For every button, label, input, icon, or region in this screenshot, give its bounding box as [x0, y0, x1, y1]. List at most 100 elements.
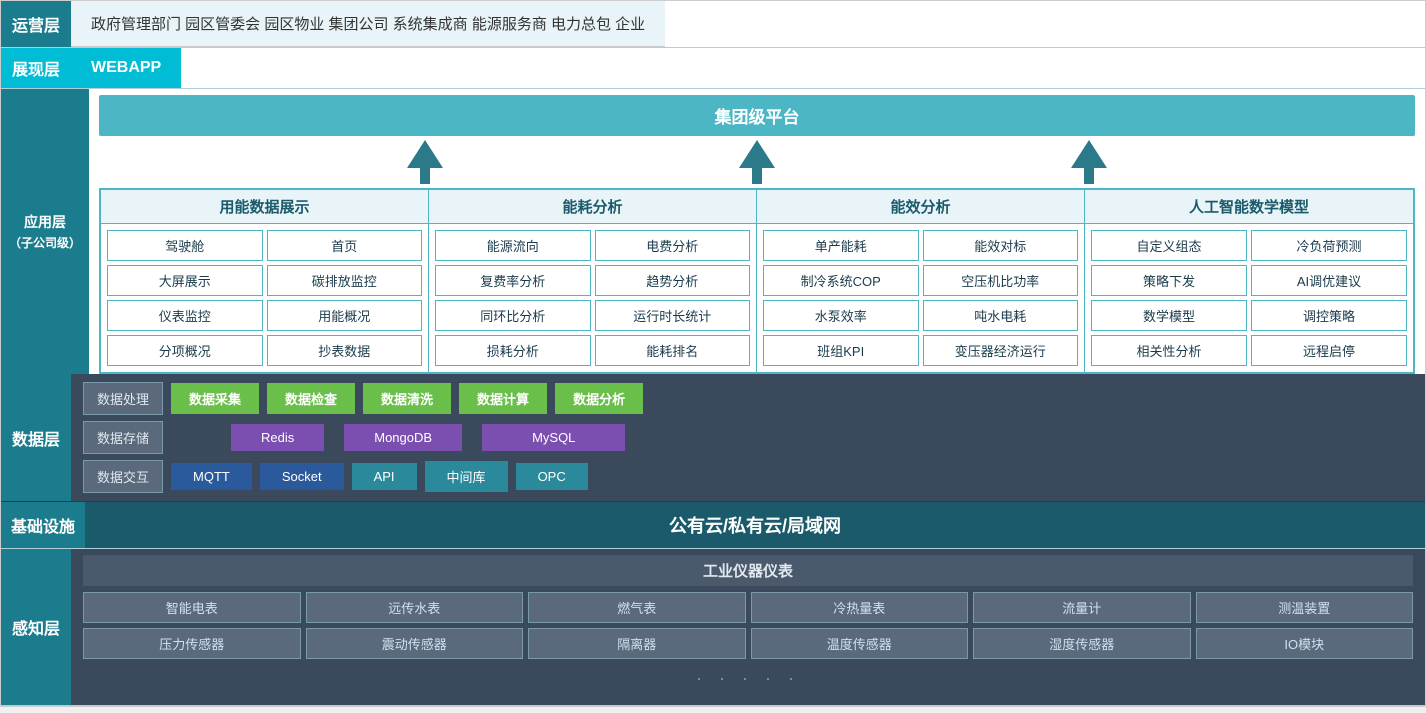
- jituan-bar: 集团级平台: [99, 95, 1415, 136]
- data-row-2: 数据存储 Redis MongoDB MySQL: [83, 421, 1413, 454]
- yingyong-cell-2-6: 班组KPI: [763, 335, 919, 366]
- ganzhi-cell-6: 压力传感器: [83, 628, 301, 659]
- data-storage-items: Redis MongoDB MySQL: [171, 424, 1413, 451]
- middle-section: 应用层 （子公司级） 集团级平台: [1, 89, 1425, 374]
- yingyong-grid-3: 自定义组态 冷负荷预测 策略下发 AI调优建议 数学模型 调控策略 相关性分析 …: [1091, 230, 1407, 366]
- yingyong-cell-1-1: 电费分析: [595, 230, 751, 261]
- yingyong-label-text: 应用层: [24, 212, 66, 232]
- yingyong-cell-0-7: 抄表数据: [267, 335, 423, 366]
- yingyong-cell-1-7: 能耗排名: [595, 335, 751, 366]
- yingyong-col-0: 驾驶舱 首页 大屏展示 碳排放监控 仪表监控 用能概况 分项概况 抄表数据: [101, 224, 429, 372]
- yingyong-cell-1-4: 同环比分析: [435, 300, 591, 331]
- yingyong-cell-0-6: 分项概况: [107, 335, 262, 366]
- jichu-content: 公有云/私有云/局域网: [85, 502, 1425, 548]
- yingyong-col-header-1: 能耗分析: [429, 190, 757, 223]
- yingyong-cell-3-7: 远程启停: [1251, 335, 1407, 366]
- ganzhi-cell-7: 震动传感器: [306, 628, 524, 659]
- dots-row: · · · · ·: [83, 664, 1413, 695]
- middle-content: 集团级平台 用能数据展示 能: [89, 89, 1425, 374]
- ganzhi-cell-4: 流量计: [973, 592, 1191, 623]
- arrow3: [1071, 140, 1107, 184]
- yingyong-cell-2-7: 变压器经济运行: [923, 335, 1079, 366]
- yingyong-cell-3-6: 相关性分析: [1091, 335, 1247, 366]
- data-btn-jiancha: 数据检查: [267, 383, 355, 414]
- yingyong-col-3: 自定义组态 冷负荷预测 策略下发 AI调优建议 数学模型 调控策略 相关性分析 …: [1085, 224, 1413, 372]
- data-label-chuli: 数据处理: [83, 382, 163, 415]
- ganzhi-cell-3: 冷热量表: [751, 592, 969, 623]
- data-btn-mysql: MySQL: [482, 424, 625, 451]
- yingyong-cell-3-2: 策略下发: [1091, 265, 1247, 296]
- ganzhi-row: 感知层 工业仪器仪表 智能电表 远传水表 燃气表 冷热量表 流量计 测温装置 压…: [1, 549, 1425, 706]
- arrow-stem1: [420, 168, 430, 184]
- ganzhi-cell-2: 燃气表: [528, 592, 746, 623]
- yingyong-cell-3-3: AI调优建议: [1251, 265, 1407, 296]
- ganzhi-cell-10: 湿度传感器: [973, 628, 1191, 659]
- jichu-row: 基础设施 公有云/私有云/局域网: [1, 502, 1425, 549]
- yunying-row: 运营层 政府管理部门 园区管委会 园区物业 集团公司 系统集成商 能源服务商 电…: [1, 1, 1425, 48]
- yingyong-cell-0-0: 驾驶舱: [107, 230, 262, 261]
- yingyong-section: 用能数据展示 能耗分析 能效分析 人工智能数学模型 驾驶舱 首页 大屏展示 碳排…: [99, 188, 1415, 374]
- data-btn-zhongjianka: 中间库: [425, 461, 508, 492]
- ganzhi-content: 工业仪器仪表 智能电表 远传水表 燃气表 冷热量表 流量计 测温装置 压力传感器…: [71, 549, 1425, 705]
- yingyong-col-1: 能源流向 电费分析 复费率分析 趋势分析 同环比分析 运行时长统计 损耗分析 能…: [429, 224, 757, 372]
- zhanxian-row: 展现层 WEB APP: [1, 48, 1425, 89]
- ganzhi-cell-5: 测温装置: [1196, 592, 1414, 623]
- ganzhi-cell-9: 温度传感器: [751, 628, 969, 659]
- data-btn-api: API: [352, 463, 417, 490]
- yingyong-grid-1: 能源流向 电费分析 复费率分析 趋势分析 同环比分析 运行时长统计 损耗分析 能…: [435, 230, 750, 366]
- ganzhi-title: 工业仪器仪表: [83, 555, 1413, 586]
- arrow1: [407, 140, 443, 184]
- data-btn-qingxi: 数据清洗: [363, 383, 451, 414]
- yingyong-cell-2-4: 水泵效率: [763, 300, 919, 331]
- yingyong-cell-0-3: 碳排放监控: [267, 265, 423, 296]
- shuju-label: 数据层: [1, 374, 71, 501]
- zhanxian-label: 展现层: [1, 48, 71, 88]
- yingyong-grid-2: 单产能耗 能效对标 制冷系统COP 空压机比功率 水泵效率 吨水电耗 班组KPI…: [763, 230, 1078, 366]
- yingyong-col-header-2: 能效分析: [757, 190, 1085, 223]
- data-btn-caiji: 数据采集: [171, 383, 259, 414]
- arrow-shape1: [407, 140, 443, 168]
- ganzhi-cell-0: 智能电表: [83, 592, 301, 623]
- yingyong-cell-0-1: 首页: [267, 230, 423, 261]
- ganzhi-row1: 智能电表 远传水表 燃气表 冷热量表 流量计 测温装置: [83, 592, 1413, 623]
- data-btn-jisuan: 数据计算: [459, 383, 547, 414]
- data-btn-socket: Socket: [260, 463, 344, 490]
- shuju-row: 数据层 数据处理 数据采集 数据检查 数据清洗 数据计算 数据分析 数据存储 R…: [1, 374, 1425, 502]
- zhanxian-app: APP: [128, 59, 161, 77]
- yingyong-grid-0: 驾驶舱 首页 大屏展示 碳排放监控 仪表监控 用能概况 分项概况 抄表数据: [107, 230, 422, 366]
- arrow2: [739, 140, 775, 184]
- data-btn-mqtt: MQTT: [171, 463, 252, 490]
- ganzhi-cell-11: IO模块: [1196, 628, 1414, 659]
- yingyong-headers: 用能数据展示 能耗分析 能效分析 人工智能数学模型: [101, 190, 1413, 224]
- yunying-content: 政府管理部门 园区管委会 园区物业 集团公司 系统集成商 能源服务商 电力总包 …: [71, 1, 665, 47]
- data-label-cunchu: 数据存储: [83, 421, 163, 454]
- yingyong-cell-2-2: 制冷系统COP: [763, 265, 919, 296]
- yingyong-cell-3-1: 冷负荷预测: [1251, 230, 1407, 261]
- yingyong-cell-3-4: 数学模型: [1091, 300, 1247, 331]
- arrow-shape2: [739, 140, 775, 168]
- ganzhi-row2: 压力传感器 震动传感器 隔离器 温度传感器 湿度传感器 IO模块: [83, 628, 1413, 659]
- ganzhi-cell-8: 隔离器: [528, 628, 746, 659]
- data-label-jiaohu: 数据交互: [83, 460, 163, 493]
- yingyong-col-header-3: 人工智能数学模型: [1085, 190, 1413, 223]
- arrow-stem2: [752, 168, 762, 184]
- yunying-items: 政府管理部门 园区管委会 园区物业 集团公司 系统集成商 能源服务商 电力总包 …: [91, 13, 645, 34]
- arrow-stem3: [1084, 168, 1094, 184]
- yingyong-label-box: 应用层 （子公司级）: [1, 89, 89, 374]
- shuju-content: 数据处理 数据采集 数据检查 数据清洗 数据计算 数据分析 数据存储 Redis…: [71, 374, 1425, 501]
- yingyong-cell-2-3: 空压机比功率: [923, 265, 1079, 296]
- yingyong-body: 驾驶舱 首页 大屏展示 碳排放监控 仪表监控 用能概况 分项概况 抄表数据: [101, 224, 1413, 372]
- data-btn-redis: Redis: [231, 424, 324, 451]
- yingyong-cell-0-2: 大屏展示: [107, 265, 262, 296]
- yingyong-col-2: 单产能耗 能效对标 制冷系统COP 空压机比功率 水泵效率 吨水电耗 班组KPI…: [757, 224, 1085, 372]
- arrows-row: [99, 136, 1415, 188]
- yingyong-cell-2-1: 能效对标: [923, 230, 1079, 261]
- yingyong-cell-0-5: 用能概况: [267, 300, 423, 331]
- yingyong-cell-3-0: 自定义组态: [1091, 230, 1247, 261]
- yingyong-cell-3-5: 调控策略: [1251, 300, 1407, 331]
- yingyong-cell-1-5: 运行时长统计: [595, 300, 751, 331]
- zhanxian-web: WEB: [91, 59, 128, 77]
- yingyong-cell-1-6: 损耗分析: [435, 335, 591, 366]
- data-row-1: 数据处理 数据采集 数据检查 数据清洗 数据计算 数据分析: [83, 382, 1413, 415]
- data-btn-opc: OPC: [516, 463, 588, 490]
